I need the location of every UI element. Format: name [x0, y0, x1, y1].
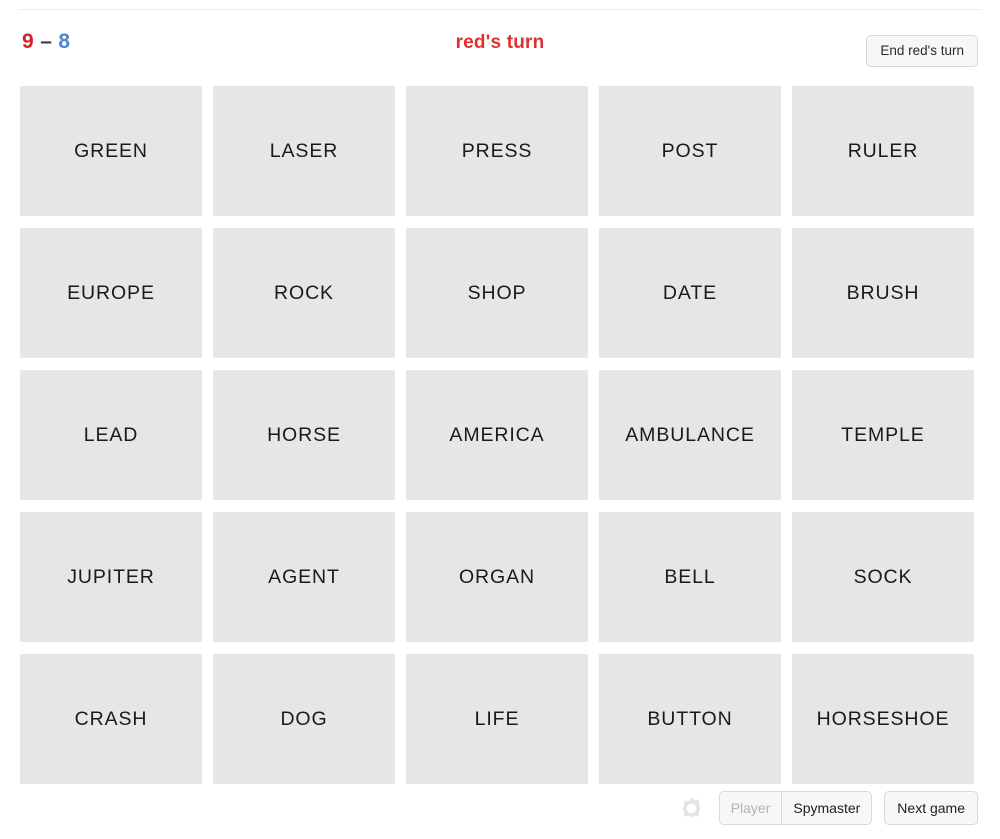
word-card[interactable]: POST	[599, 86, 781, 216]
word-card-label: AGENT	[268, 565, 340, 588]
word-card-label: ROCK	[274, 281, 334, 304]
word-card[interactable]: LASER	[213, 86, 395, 216]
header-bar: 9–8 red's turn End red's turn	[0, 28, 1000, 74]
word-card[interactable]: BUTTON	[599, 654, 781, 784]
turn-indicator: red's turn	[455, 32, 545, 53]
word-card[interactable]: GREEN	[20, 86, 202, 216]
word-card[interactable]: PRESS	[406, 86, 588, 216]
word-card-label: DATE	[662, 281, 718, 304]
word-card-label: LASER	[269, 139, 339, 162]
word-card-label: AMBULANCE	[625, 423, 755, 446]
next-game-button[interactable]: Next game	[884, 791, 978, 825]
word-card[interactable]: AGENT	[213, 512, 395, 642]
word-card-label: BELL	[664, 565, 716, 588]
word-card-label: DOG	[280, 707, 328, 730]
word-card[interactable]: EUROPE	[20, 228, 202, 358]
bottom-toolbar: Player Spymaster Next game	[678, 790, 978, 826]
word-card-label: JUPITER	[67, 565, 155, 588]
word-card-label: HORSESHOE	[816, 707, 950, 730]
word-card-label: TEMPLE	[841, 423, 925, 446]
word-card-label: SOCK	[853, 565, 913, 588]
word-card[interactable]: TEMPLE	[792, 370, 974, 500]
word-card[interactable]: BELL	[599, 512, 781, 642]
word-card-label: POST	[661, 139, 719, 162]
word-card-label: BRUSH	[846, 281, 920, 304]
word-card[interactable]: ORGAN	[406, 512, 588, 642]
codenames-app: 9–8 red's turn End red's turn GREEN LASER…	[0, 0, 1000, 839]
word-grid: GREEN LASER PRESS POST RULER EUROPE ROCK SHOP DA…	[20, 86, 982, 784]
word-card[interactable]: LIFE	[406, 654, 588, 784]
word-card[interactable]: JUPITER	[20, 512, 202, 642]
view-mode-toggle[interactable]: Player Spymaster	[718, 791, 873, 825]
word-card[interactable]: ROCK	[213, 228, 395, 358]
word-card[interactable]: BRUSH	[792, 228, 974, 358]
word-card[interactable]: SHOP	[406, 228, 588, 358]
word-card[interactable]: AMERICA	[406, 370, 588, 500]
word-card-label: HORSE	[267, 423, 341, 446]
word-card[interactable]: CRASH	[20, 654, 202, 784]
word-card[interactable]: SOCK	[792, 512, 974, 642]
word-card-label: LEAD	[83, 423, 139, 446]
word-card-label: PRESS	[461, 139, 533, 162]
top-divider	[18, 9, 982, 10]
word-card[interactable]: HORSESHOE	[792, 654, 974, 784]
word-card[interactable]: LEAD	[20, 370, 202, 500]
gear-icon[interactable]	[678, 795, 705, 822]
word-card-label: RULER	[847, 139, 919, 162]
word-card-label: BUTTON	[647, 707, 733, 730]
word-card-label: CRASH	[74, 707, 148, 730]
word-card[interactable]: RULER	[792, 86, 974, 216]
word-card-label: EUROPE	[67, 281, 155, 304]
view-mode-spymaster[interactable]: Spymaster	[781, 792, 872, 824]
word-card[interactable]: AMBULANCE	[599, 370, 781, 500]
view-mode-player[interactable]: Player	[719, 792, 782, 824]
end-turn-button[interactable]: End red's turn	[866, 35, 978, 67]
word-card-label: SHOP	[467, 281, 527, 304]
word-card-label: ORGAN	[458, 565, 535, 588]
word-card[interactable]: HORSE	[213, 370, 395, 500]
word-card[interactable]: DATE	[599, 228, 781, 358]
word-card-label: LIFE	[474, 707, 520, 730]
word-card[interactable]: DOG	[213, 654, 395, 784]
word-card-label: AMERICA	[449, 423, 545, 446]
word-card-label: GREEN	[74, 139, 148, 162]
